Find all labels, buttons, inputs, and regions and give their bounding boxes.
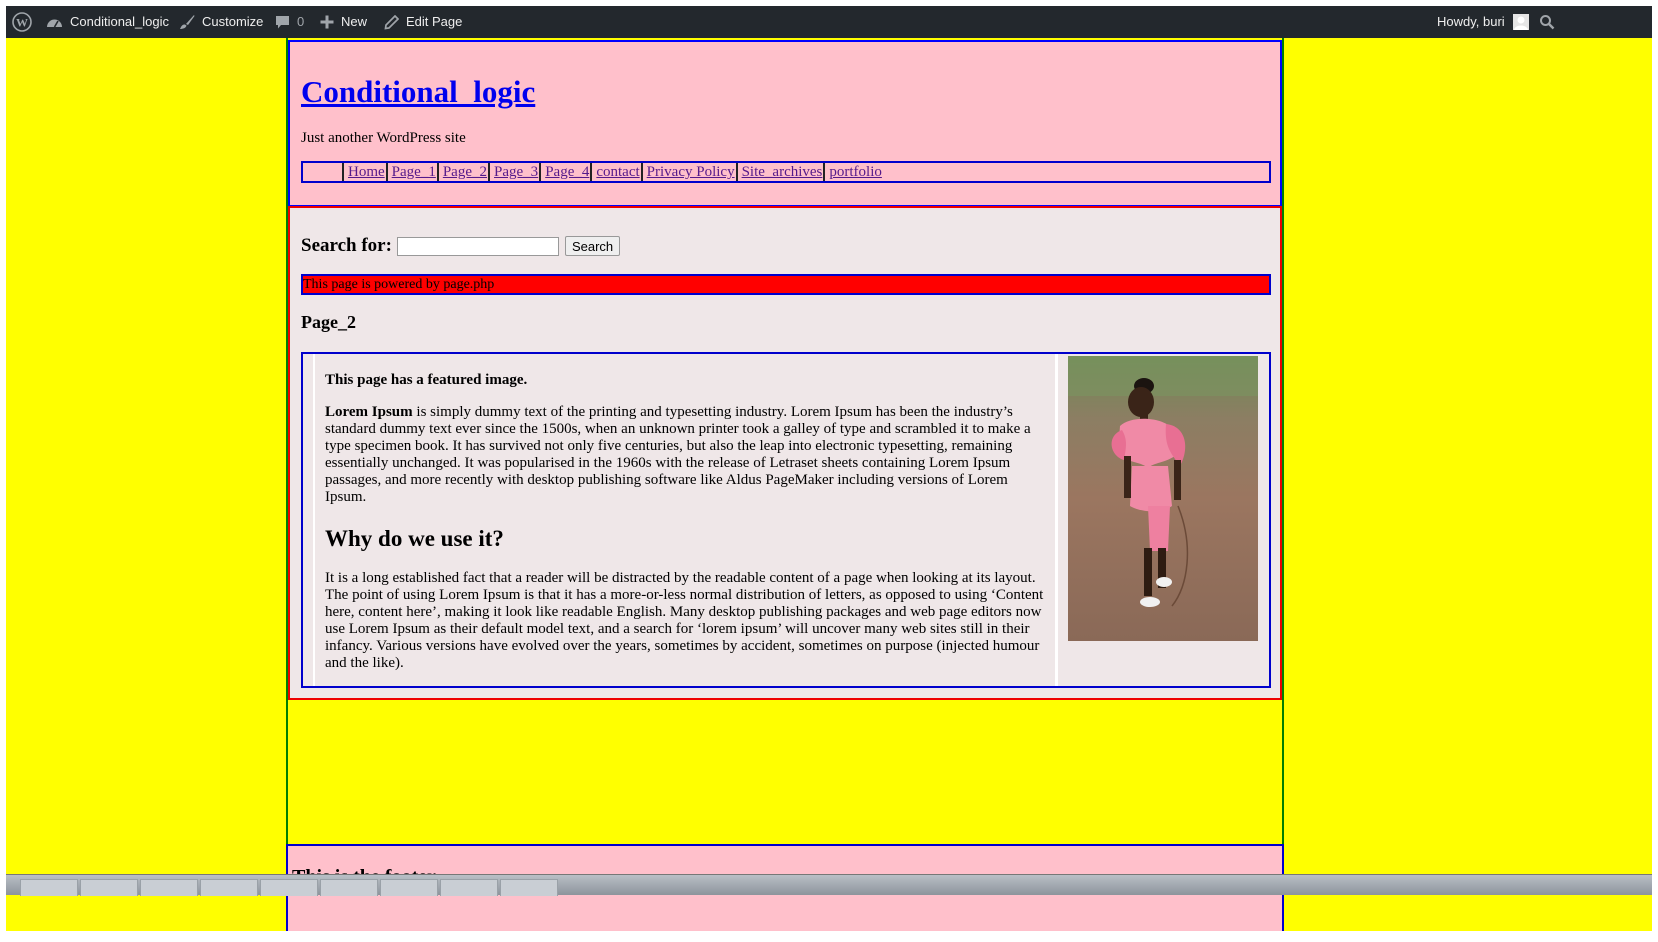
lorem-bold-term: Lorem Ipsum [325,404,413,420]
brush-icon [180,15,195,29]
search-button[interactable]: Search [564,236,621,256]
taskbar-button[interactable] [320,879,378,896]
powered-by-notice: This page is powered by page.php [301,274,1271,295]
taskbar-button[interactable] [500,879,558,896]
plus-icon [320,15,334,29]
comments-link[interactable]: 0 [275,6,304,38]
site-header: Conditional_logic Just another WordPress… [288,40,1282,207]
adminbar-search-icon[interactable] [1539,6,1555,38]
comment-icon [276,15,289,28]
lorem-paragraph: Lorem Ipsum is simply dummy text of the … [325,404,1045,506]
site-name-label: Conditional_logic [70,14,170,29]
svg-text:W: W [16,16,28,30]
page-title: Page_2 [301,312,356,332]
browser-viewport: W Conditional_logic Customize 0 New Edit… [6,6,1652,931]
edit-page-label: Edit Page [406,14,463,29]
page-content-box: This page has a featured image. Lorem Ip… [301,352,1271,688]
avatar-icon [1512,14,1529,30]
dashboard-icon [47,19,62,28]
taskbar-button[interactable] [200,879,258,896]
nav-item-site-archives[interactable]: Site_archives [738,163,826,181]
site-tagline: Just another WordPress site [301,130,466,146]
nav-item-contact[interactable]: contact [592,163,643,181]
greeting-label: Howdy, buri [1437,14,1505,29]
lorem-paragraph-text: is simply dummy text of the printing and… [325,404,1031,505]
nav-item-page-4[interactable]: Page_4 [541,163,593,181]
search-label: Search for: [301,235,392,256]
pencil-icon [384,14,399,30]
new-content-menu[interactable]: New [320,6,367,38]
edit-page-link[interactable]: Edit Page [384,6,462,38]
search-input[interactable] [396,236,559,256]
main-content: Search for: Search This page is powered … [288,206,1282,700]
taskbar-button[interactable] [80,879,138,896]
os-taskbar [6,874,1652,896]
nav-empty-cell [303,163,344,181]
main-navigation: Home Page_1 Page_2 Page_3 Page_4 contact… [301,161,1271,183]
taskbar-button[interactable] [140,879,198,896]
customize-label: Customize [202,14,264,29]
customize-link[interactable]: Customize [179,6,263,38]
comments-count: 0 [297,14,305,29]
page-wrapper: Conditional_logic Just another WordPress… [286,38,1284,931]
why-paragraph: It is a long established fact that a rea… [325,570,1044,671]
taskbar-button[interactable] [440,879,498,896]
nav-item-page-2[interactable]: Page_2 [439,163,491,181]
why-heading: Why do we use it? [325,526,504,551]
my-account-menu[interactable]: Howdy, buri [1437,6,1529,38]
wp-admin-bar: W Conditional_logic Customize 0 New Edit… [6,6,1652,38]
nav-item-page-1[interactable]: Page_1 [388,163,439,181]
nav-item-portfolio[interactable]: portfolio [825,163,883,181]
taskbar-button[interactable] [260,879,318,896]
nav-item-home[interactable]: Home [344,163,388,181]
site-title-link[interactable]: Conditional_logic [301,74,535,110]
taskbar-button[interactable] [380,879,438,896]
featured-image-note: This page has a featured image. [325,372,528,388]
featured-image [1068,356,1258,641]
taskbar-button[interactable] [20,879,78,896]
site-name-menu[interactable]: Conditional_logic [46,6,169,38]
nav-item-privacy-policy[interactable]: Privacy Policy [643,163,738,181]
new-label: New [341,14,368,29]
nav-item-page-3[interactable]: Page_3 [490,163,542,181]
article-body: This page has a featured image. Lorem Ip… [313,354,1058,686]
search-form: Search for: Search [301,235,621,257]
wordpress-logo-icon[interactable]: W [12,6,32,38]
